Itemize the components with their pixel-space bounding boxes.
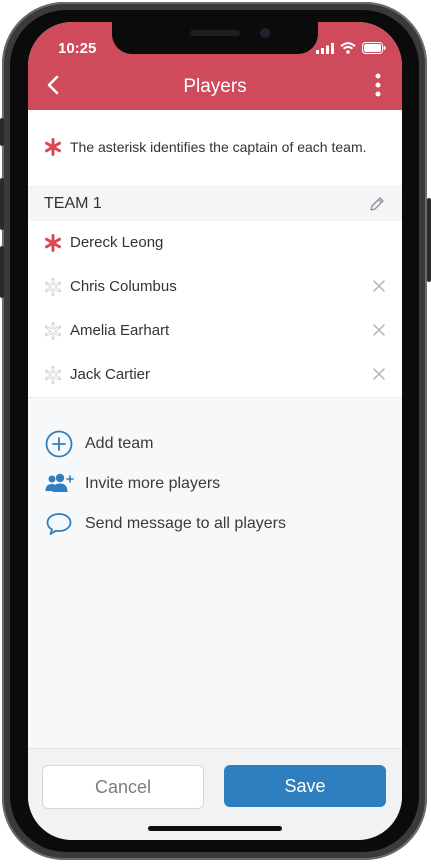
phone-notch [112,22,318,54]
close-icon[interactable] [372,323,386,337]
plus-circle-icon [44,429,74,459]
add-team-button[interactable]: Add team [44,429,153,459]
page-title: Players [183,76,247,97]
info-text: The asterisk identifies the captain of e… [70,139,367,155]
users-plus-icon [44,469,74,499]
invite-players-button[interactable]: Invite more players [44,469,220,499]
asterisk-outline-icon[interactable] [44,278,62,296]
asterisk-outline-icon[interactable] [44,322,62,340]
save-button[interactable]: Save [224,765,386,807]
notch-camera [260,28,270,38]
app-header: 10:25 Players [28,22,402,110]
close-icon[interactable] [372,279,386,293]
player-row-captain[interactable]: Dereck Leong [28,221,402,266]
player-name: Dereck Leong [70,234,164,251]
team-header: TEAM 1 [28,186,402,222]
add-team-label: Add team [85,435,154,452]
player-row[interactable]: Chris Columbus [28,265,402,310]
invite-players-label: Invite more players [85,475,221,492]
phone-mute-switch [0,118,4,146]
team-name: TEAM 1 [44,195,102,212]
more-vertical-icon [375,73,381,97]
player-name: Chris Columbus [70,278,177,295]
battery-icon [362,42,386,54]
app-screen: 10:25 Players The asterisk identifies th… [28,22,402,840]
phone-volume-up [0,178,4,230]
phone-volume-down [0,246,4,298]
wifi-icon [340,42,356,54]
send-message-button[interactable]: Send message to all players [44,509,286,539]
player-row[interactable]: Amelia Earhart [28,309,402,354]
cancel-button[interactable]: Cancel [42,765,204,809]
home-indicator[interactable] [148,826,282,831]
asterisk-outline-icon[interactable] [44,366,62,384]
chat-bubble-icon [44,509,74,539]
status-icons [316,42,386,54]
notch-speaker [190,30,240,36]
send-message-label: Send message to all players [85,515,286,532]
bottom-action-bar: Cancel Save [28,748,402,840]
more-options-button[interactable] [372,72,384,98]
pencil-icon[interactable] [368,195,386,213]
player-name: Jack Cartier [70,366,151,383]
player-name: Amelia Earhart [70,322,170,339]
asterisk-icon [45,138,61,156]
captain-info-banner: The asterisk identifies the captain of e… [28,110,402,186]
captain-asterisk-icon[interactable] [44,234,62,252]
signal-icon [316,42,334,54]
player-row[interactable]: Jack Cartier [28,353,402,398]
status-time: 10:25 [58,40,97,57]
close-icon[interactable] [372,367,386,381]
phone-power-button [427,198,431,282]
